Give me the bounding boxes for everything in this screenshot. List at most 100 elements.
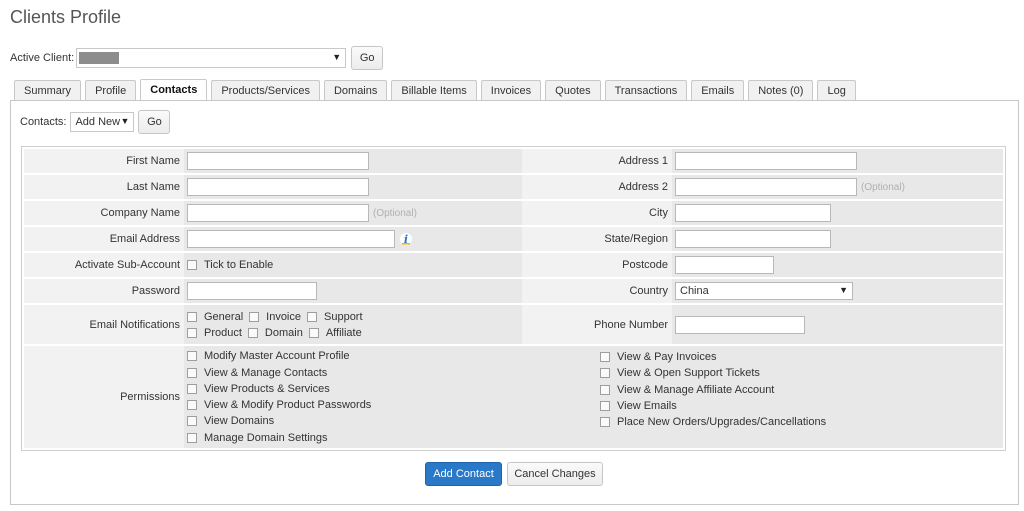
email-address-cell: i (184, 227, 522, 251)
contacts-go-button[interactable]: Go (138, 110, 171, 134)
address2-input[interactable] (675, 178, 857, 196)
notification-row: General Invoice Support (187, 309, 369, 325)
active-client-select[interactable]: ▼ (76, 48, 347, 68)
activate-sub-account-checkbox[interactable] (187, 260, 197, 270)
tab-log[interactable]: Log (817, 80, 856, 100)
tab-products-services[interactable]: Products/Services (211, 80, 320, 100)
notify-product-checkbox[interactable] (187, 327, 197, 338)
perm-label: View & Open Support Tickets (617, 367, 760, 380)
state-region-input[interactable] (675, 230, 831, 248)
form-row: Email Notifications General Invoice Supp… (24, 305, 1003, 344)
perm-domain-settings-checkbox[interactable] (187, 432, 197, 443)
perm-label: View Domains (204, 415, 275, 428)
chevron-down-icon: ▼ (839, 285, 848, 295)
perm-modify-master-checkbox[interactable] (187, 351, 197, 362)
notify-domain-checkbox[interactable] (247, 327, 258, 338)
contacts-select[interactable]: Add New ▼ (70, 112, 135, 132)
info-icon[interactable]: i (399, 232, 413, 246)
company-name-optional-hint: (Optional) (373, 207, 417, 219)
tab-notes[interactable]: Notes (0) (748, 80, 814, 100)
perm-label: View & Modify Product Passwords (204, 399, 372, 412)
active-client-label: Active Client: (10, 52, 75, 64)
permissions-right-list: View & Pay Invoices View & Open Support … (600, 349, 826, 430)
postcode-input[interactable] (675, 256, 774, 274)
password-input[interactable] (187, 282, 317, 300)
first-name-label: First Name (24, 149, 184, 173)
form-row: Password Country China ▼ (24, 279, 1003, 303)
password-cell (184, 279, 522, 303)
tab-domains[interactable]: Domains (323, 80, 388, 100)
notify-general-checkbox[interactable] (187, 311, 197, 322)
perm-view-products-checkbox[interactable] (187, 383, 197, 394)
tab-emails[interactable]: Emails (691, 80, 745, 100)
masked-client-name (79, 52, 120, 64)
active-client-go-button[interactable]: Go (351, 46, 384, 70)
notification-row: Product Domain Affiliate (187, 325, 368, 341)
last-name-input[interactable] (187, 178, 369, 196)
country-select[interactable]: China ▼ (675, 282, 853, 300)
permissions-right-cell: View & Pay Invoices View & Open Support … (597, 346, 1003, 448)
perm-label: View & Manage Contacts (204, 366, 328, 379)
form-row: Email Address i State/Region (24, 227, 1003, 251)
tab-billable-items[interactable]: Billable Items (391, 80, 477, 100)
phone-number-label: Phone Number (522, 305, 672, 344)
contacts-label: Contacts: (20, 116, 67, 128)
notify-affiliate-checkbox[interactable] (308, 327, 319, 338)
perm-label: Place New Orders/Upgrades/Cancellations (617, 416, 827, 429)
password-label: Password (24, 279, 184, 303)
notify-invoice-label: Invoice (266, 310, 301, 323)
form-row: Last Name Address 2 (Optional) (24, 175, 1003, 199)
permissions-left-cell: Modify Master Account Profile View & Man… (184, 346, 597, 448)
notify-general-label: General (204, 310, 244, 323)
perm-label: View Products & Services (204, 382, 330, 395)
perm-manage-contacts-checkbox[interactable] (187, 367, 197, 378)
city-input[interactable] (675, 204, 831, 222)
first-name-input[interactable] (187, 152, 369, 170)
phone-number-cell (672, 305, 1003, 344)
add-contact-button[interactable]: Add Contact (425, 462, 502, 486)
last-name-cell (184, 175, 522, 199)
contacts-panel: Contacts: Add New ▼ Go First Name Addres… (10, 100, 1019, 505)
email-address-input[interactable] (187, 230, 395, 248)
form-row: First Name Address 1 (24, 149, 1003, 173)
permissions-label: Permissions (24, 346, 184, 448)
active-client-row: Active Client: ▼ Go (10, 45, 384, 71)
tab-summary[interactable]: Summary (14, 80, 82, 100)
tab-contacts[interactable]: Contacts (140, 79, 208, 100)
address2-optional-hint: (Optional) (861, 181, 905, 193)
perm-view-emails-checkbox[interactable] (600, 401, 610, 412)
city-cell (672, 201, 1003, 225)
activate-sub-account-checkbox-label: Tick to Enable (204, 259, 274, 271)
company-name-input[interactable] (187, 204, 369, 222)
phone-number-input[interactable] (675, 315, 805, 334)
perm-affiliate-account-checkbox[interactable] (600, 384, 610, 395)
address1-input[interactable] (675, 152, 857, 170)
form-row: Company Name (Optional) City (24, 201, 1003, 225)
notify-support-checkbox[interactable] (307, 311, 317, 322)
perm-product-passwords-checkbox[interactable] (187, 400, 197, 411)
postcode-cell (672, 253, 1003, 277)
perm-pay-invoices-checkbox[interactable] (600, 352, 610, 363)
contacts-selected-value: Add New (75, 116, 121, 128)
notify-invoice-checkbox[interactable] (249, 311, 260, 322)
tab-quotes[interactable]: Quotes (545, 80, 601, 100)
tab-profile[interactable]: Profile (85, 80, 137, 100)
city-label: City (522, 201, 672, 225)
address1-label: Address 1 (522, 149, 672, 173)
cancel-changes-button[interactable]: Cancel Changes (507, 462, 603, 486)
perm-support-tickets-checkbox[interactable] (600, 368, 610, 379)
contacts-selector-row: Contacts: Add New ▼ Go (20, 110, 171, 134)
perm-label: Modify Master Account Profile (204, 350, 350, 363)
tab-invoices[interactable]: Invoices (480, 80, 542, 100)
country-selected-value: China (680, 285, 709, 297)
perm-label: View Emails (617, 400, 677, 413)
tab-transactions[interactable]: Transactions (604, 80, 688, 100)
permissions-left-list: Modify Master Account Profile View & Man… (187, 348, 371, 446)
state-region-cell (672, 227, 1003, 251)
notify-affiliate-label: Affiliate (325, 326, 362, 339)
first-name-cell (184, 149, 522, 173)
perm-view-domains-checkbox[interactable] (187, 416, 197, 427)
company-name-cell: (Optional) (184, 201, 522, 225)
perm-place-orders-checkbox[interactable] (600, 417, 610, 428)
profile-tabs: Summary Profile Contacts Products/Servic… (14, 79, 860, 100)
